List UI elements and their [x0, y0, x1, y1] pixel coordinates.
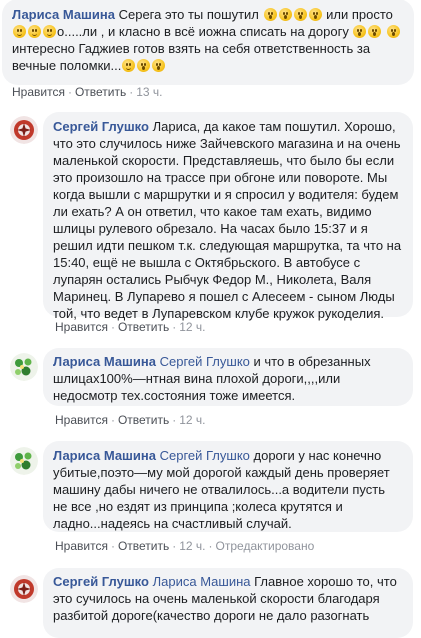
comment-bubble: Сергей Глушко Лариса, да какое там пошут… [43, 112, 413, 321]
face-icon [308, 8, 322, 21]
face-icon [293, 8, 307, 21]
face-icon [353, 25, 367, 38]
avatar[interactable] [10, 575, 38, 603]
avatar-emblem-icon [10, 116, 38, 144]
face-icon [263, 8, 277, 21]
like-link[interactable]: Нравится [12, 85, 65, 99]
face-icon [28, 25, 41, 38]
like-link[interactable]: Нравится [55, 413, 108, 427]
comment-bubble: Сергей Глушко Лариса Машина Главное хоро… [43, 568, 413, 638]
comment-actions: Нравится · Ответить · 13 ч. [12, 85, 163, 99]
mention-link[interactable]: Сергей Глушко [160, 448, 250, 463]
timestamp[interactable]: 12 ч. [179, 539, 205, 553]
face-icon [122, 59, 136, 72]
comment-author[interactable]: Сергей Глушко [53, 119, 149, 134]
comment-author[interactable]: Сергей Глушко [53, 574, 149, 589]
comment-bubble: Лариса Машина Серега это ты пошутил или … [2, 0, 414, 85]
edited-label[interactable]: Отредактировано [216, 539, 315, 553]
like-link[interactable]: Нравится [55, 320, 108, 334]
comment-text: интересно Гаджиев готов взять на себя от… [12, 41, 371, 73]
avatar[interactable] [10, 447, 38, 475]
comment-text: или просто [326, 7, 393, 22]
comment-actions: Нравится · Ответить · 12 ч. · Отредактировано [55, 539, 315, 553]
avatar[interactable] [10, 116, 38, 144]
face-icon [152, 59, 166, 72]
comment-bubble: Лариса Машина Сергей Глушко и что в обре… [43, 348, 413, 406]
face-icon [278, 8, 292, 21]
avatar-flowers-icon [10, 447, 38, 475]
timestamp[interactable]: 12 ч. [179, 413, 205, 427]
face-icon [368, 25, 382, 38]
avatar-emblem-icon [10, 575, 38, 603]
comment-bubble: Лариса Машина Сергей Глушко дороги у нас… [43, 441, 413, 532]
face-icon [137, 59, 151, 72]
comment-author[interactable]: Лариса Машина [12, 7, 115, 22]
comment-actions: Нравится · Ответить · 12 ч. [55, 320, 206, 334]
mention-link[interactable]: Сергей Глушко [160, 354, 250, 369]
avatar[interactable] [10, 353, 38, 381]
comment-text: Серега это ты пошутил [118, 7, 259, 22]
reply-link[interactable]: Ответить [118, 539, 169, 553]
like-link[interactable]: Нравится [55, 539, 108, 553]
face-icon [387, 25, 401, 38]
comment-author[interactable]: Лариса Машина [53, 354, 156, 369]
mention-link[interactable]: Лариса Машина [153, 574, 251, 589]
reply-link[interactable]: Ответить [118, 320, 169, 334]
avatar-flowers-icon [10, 353, 38, 381]
reply-link[interactable]: Ответить [75, 85, 126, 99]
comment-text: Лариса, да какое там пошутил. Хорошо, чт… [53, 119, 402, 321]
timestamp[interactable]: 12 ч. [179, 320, 205, 334]
comment-text: о.....ли , и класно в всё иожна списать … [57, 24, 349, 39]
comment-author[interactable]: Лариса Машина [53, 448, 156, 463]
comment-actions: Нравится · Ответить · 12 ч. [55, 413, 206, 427]
reply-link[interactable]: Ответить [118, 413, 169, 427]
timestamp[interactable]: 13 ч. [136, 85, 162, 99]
face-icon [43, 25, 56, 38]
face-icon [13, 25, 26, 38]
